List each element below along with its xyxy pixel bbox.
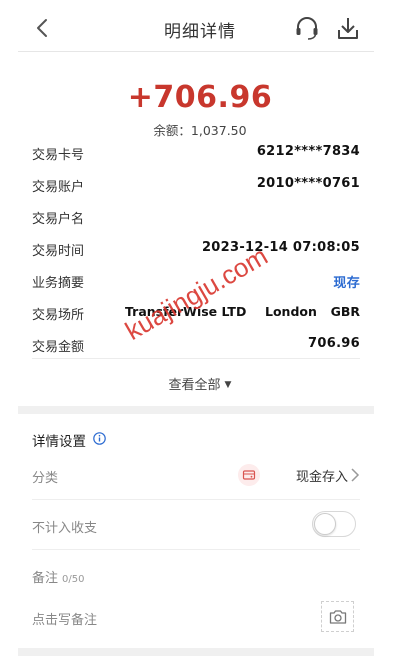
detail-row-name: 交易户名: [32, 205, 360, 229]
headset-icon[interactable]: [294, 15, 320, 41]
camera-icon: [329, 610, 347, 624]
note-input[interactable]: 点击写备注: [32, 609, 360, 628]
add-photo-button[interactable]: [321, 601, 354, 632]
caret-down-icon: ▼: [224, 380, 232, 390]
cash-deposit-icon: [238, 464, 260, 486]
detail-value: 2010****0761: [256, 176, 360, 191]
category-selector[interactable]: 现金存入: [238, 462, 360, 488]
merchant-country: GBR: [330, 304, 360, 319]
balance-text: 余额：1,037.50: [153, 123, 247, 138]
detail-label: 业务摘要: [32, 276, 85, 291]
detail-label: 交易账户: [32, 180, 85, 195]
details-divider: [32, 358, 360, 359]
detail-label: 交易金额: [32, 340, 85, 355]
detail-label: 交易卡号: [32, 148, 85, 163]
view-all-button[interactable]: 查看全部 ▼: [0, 374, 400, 393]
detail-row-time: 交易时间 2023-12-14 07:08:05: [32, 237, 360, 261]
merchant-city: London: [265, 304, 317, 319]
transaction-amount: +706.96: [127, 80, 273, 115]
row-divider: [32, 549, 360, 550]
detail-row-card: 交易卡号 6212****7834: [32, 141, 360, 165]
bottom-separator: [18, 648, 374, 656]
top-bar: 明细详情: [0, 0, 400, 54]
detail-label: 交易时间: [32, 244, 85, 259]
exclude-toggle[interactable]: [312, 511, 356, 537]
note-header: 备注 0/50: [32, 567, 360, 586]
note-label: 备注: [32, 571, 59, 586]
summary-link[interactable]: 现存: [333, 272, 360, 291]
row-divider: [32, 499, 360, 500]
download-icon[interactable]: [336, 15, 360, 41]
category-value: 现金存入: [295, 470, 348, 485]
info-icon[interactable]: [93, 432, 106, 445]
detail-value: 706.96: [308, 336, 360, 351]
note-counter: 0/50: [62, 574, 85, 585]
view-all-label: 查看全部: [168, 378, 221, 393]
settings-title: 详情设置: [32, 434, 86, 450]
exclude-label: 不计入收支: [32, 521, 98, 536]
detail-row-account: 交易账户 2010****0761: [32, 173, 360, 197]
toggle-knob: [314, 513, 336, 535]
detail-value: 6212****7834: [256, 144, 360, 159]
detail-label: 交易户名: [32, 212, 85, 227]
header-divider: [18, 51, 374, 52]
detail-row-amount: 交易金额 706.96: [32, 333, 360, 357]
section-separator: [18, 406, 374, 414]
chevron-right-icon: [351, 468, 360, 482]
detail-value: 2023-12-14 07:08:05: [201, 240, 360, 255]
detail-label: 交易场所: [32, 308, 85, 323]
